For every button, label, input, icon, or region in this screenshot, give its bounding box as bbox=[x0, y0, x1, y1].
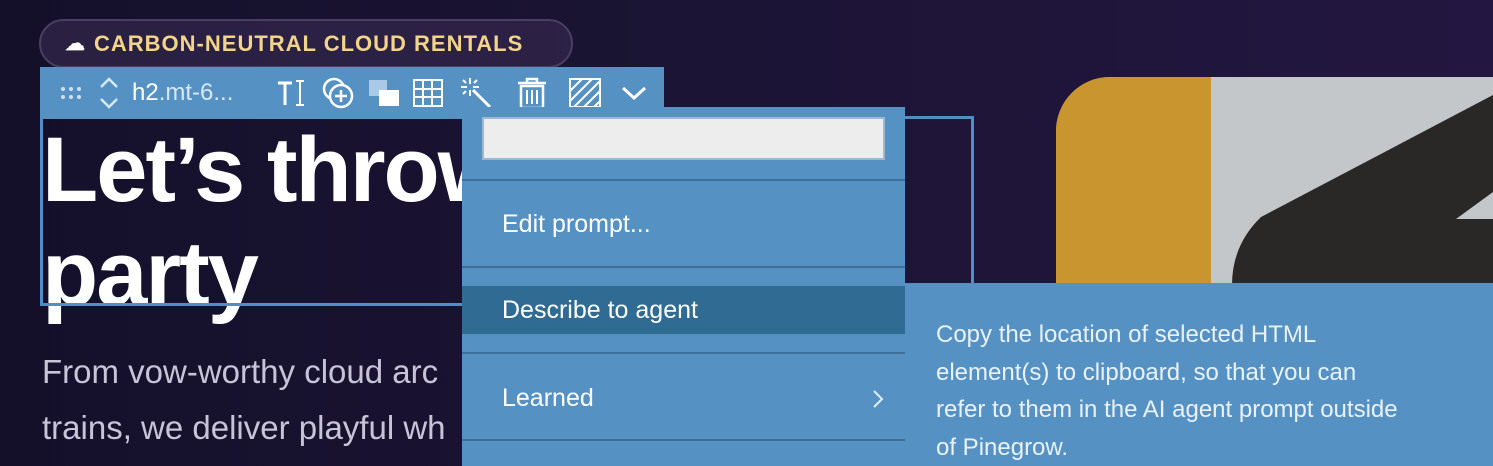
menu-item-learned[interactable]: Learned bbox=[462, 374, 905, 422]
menu-item-label: Describe to agent bbox=[502, 295, 698, 324]
menu-divider bbox=[462, 439, 905, 441]
cloud-icon: ☁ bbox=[65, 33, 86, 55]
menu-divider bbox=[462, 266, 905, 268]
menu-search-input[interactable] bbox=[482, 117, 885, 160]
menu-item-edit-prompt[interactable]: Edit prompt... bbox=[462, 200, 905, 248]
hero-paragraph[interactable]: From vow-worthy cloud arc trains, we del… bbox=[42, 344, 446, 456]
element-selector[interactable]: h2 .mt-6... bbox=[132, 67, 262, 119]
tooltip-line: element(s) to clipboard, so that you can bbox=[936, 358, 1357, 386]
element-actions-menu: Edit prompt... Describe to agent Learned bbox=[462, 107, 905, 466]
drag-handle-icon[interactable] bbox=[56, 67, 86, 119]
element-class: .mt-6... bbox=[158, 79, 234, 106]
tooltip-line: of Pinegrow. bbox=[936, 433, 1069, 461]
grid-icon[interactable] bbox=[410, 67, 446, 119]
menu-item-label: Edit prompt... bbox=[502, 209, 651, 238]
menu-divider bbox=[462, 352, 905, 354]
chevron-right-icon bbox=[871, 388, 885, 417]
tooltip-line: Copy the location of selected HTML bbox=[936, 321, 1317, 348]
menu-divider bbox=[462, 179, 905, 181]
add-element-icon[interactable] bbox=[320, 67, 356, 119]
paragraph-line-1: From vow-worthy cloud arc bbox=[42, 353, 439, 390]
layers-icon[interactable] bbox=[366, 67, 402, 119]
element-tag: h2 bbox=[132, 79, 159, 106]
text-edit-icon[interactable] bbox=[274, 67, 308, 119]
badge-label: CARBON-NEUTRAL CLOUD RENTALS bbox=[94, 30, 524, 56]
describe-tooltip: Copy the location of selected HTML eleme… bbox=[905, 283, 1493, 466]
menu-item-label: Learned bbox=[502, 383, 594, 412]
category-badge: ☁ CARBON-NEUTRAL CLOUD RENTALS bbox=[39, 19, 573, 68]
move-up-down-icon[interactable] bbox=[94, 67, 124, 119]
menu-item-describe-to-agent[interactable]: Describe to agent bbox=[462, 286, 905, 334]
paragraph-line-2: trains, we deliver playful wh bbox=[42, 409, 446, 446]
tooltip-line: refer to them in the AI agent prompt out… bbox=[936, 396, 1398, 423]
